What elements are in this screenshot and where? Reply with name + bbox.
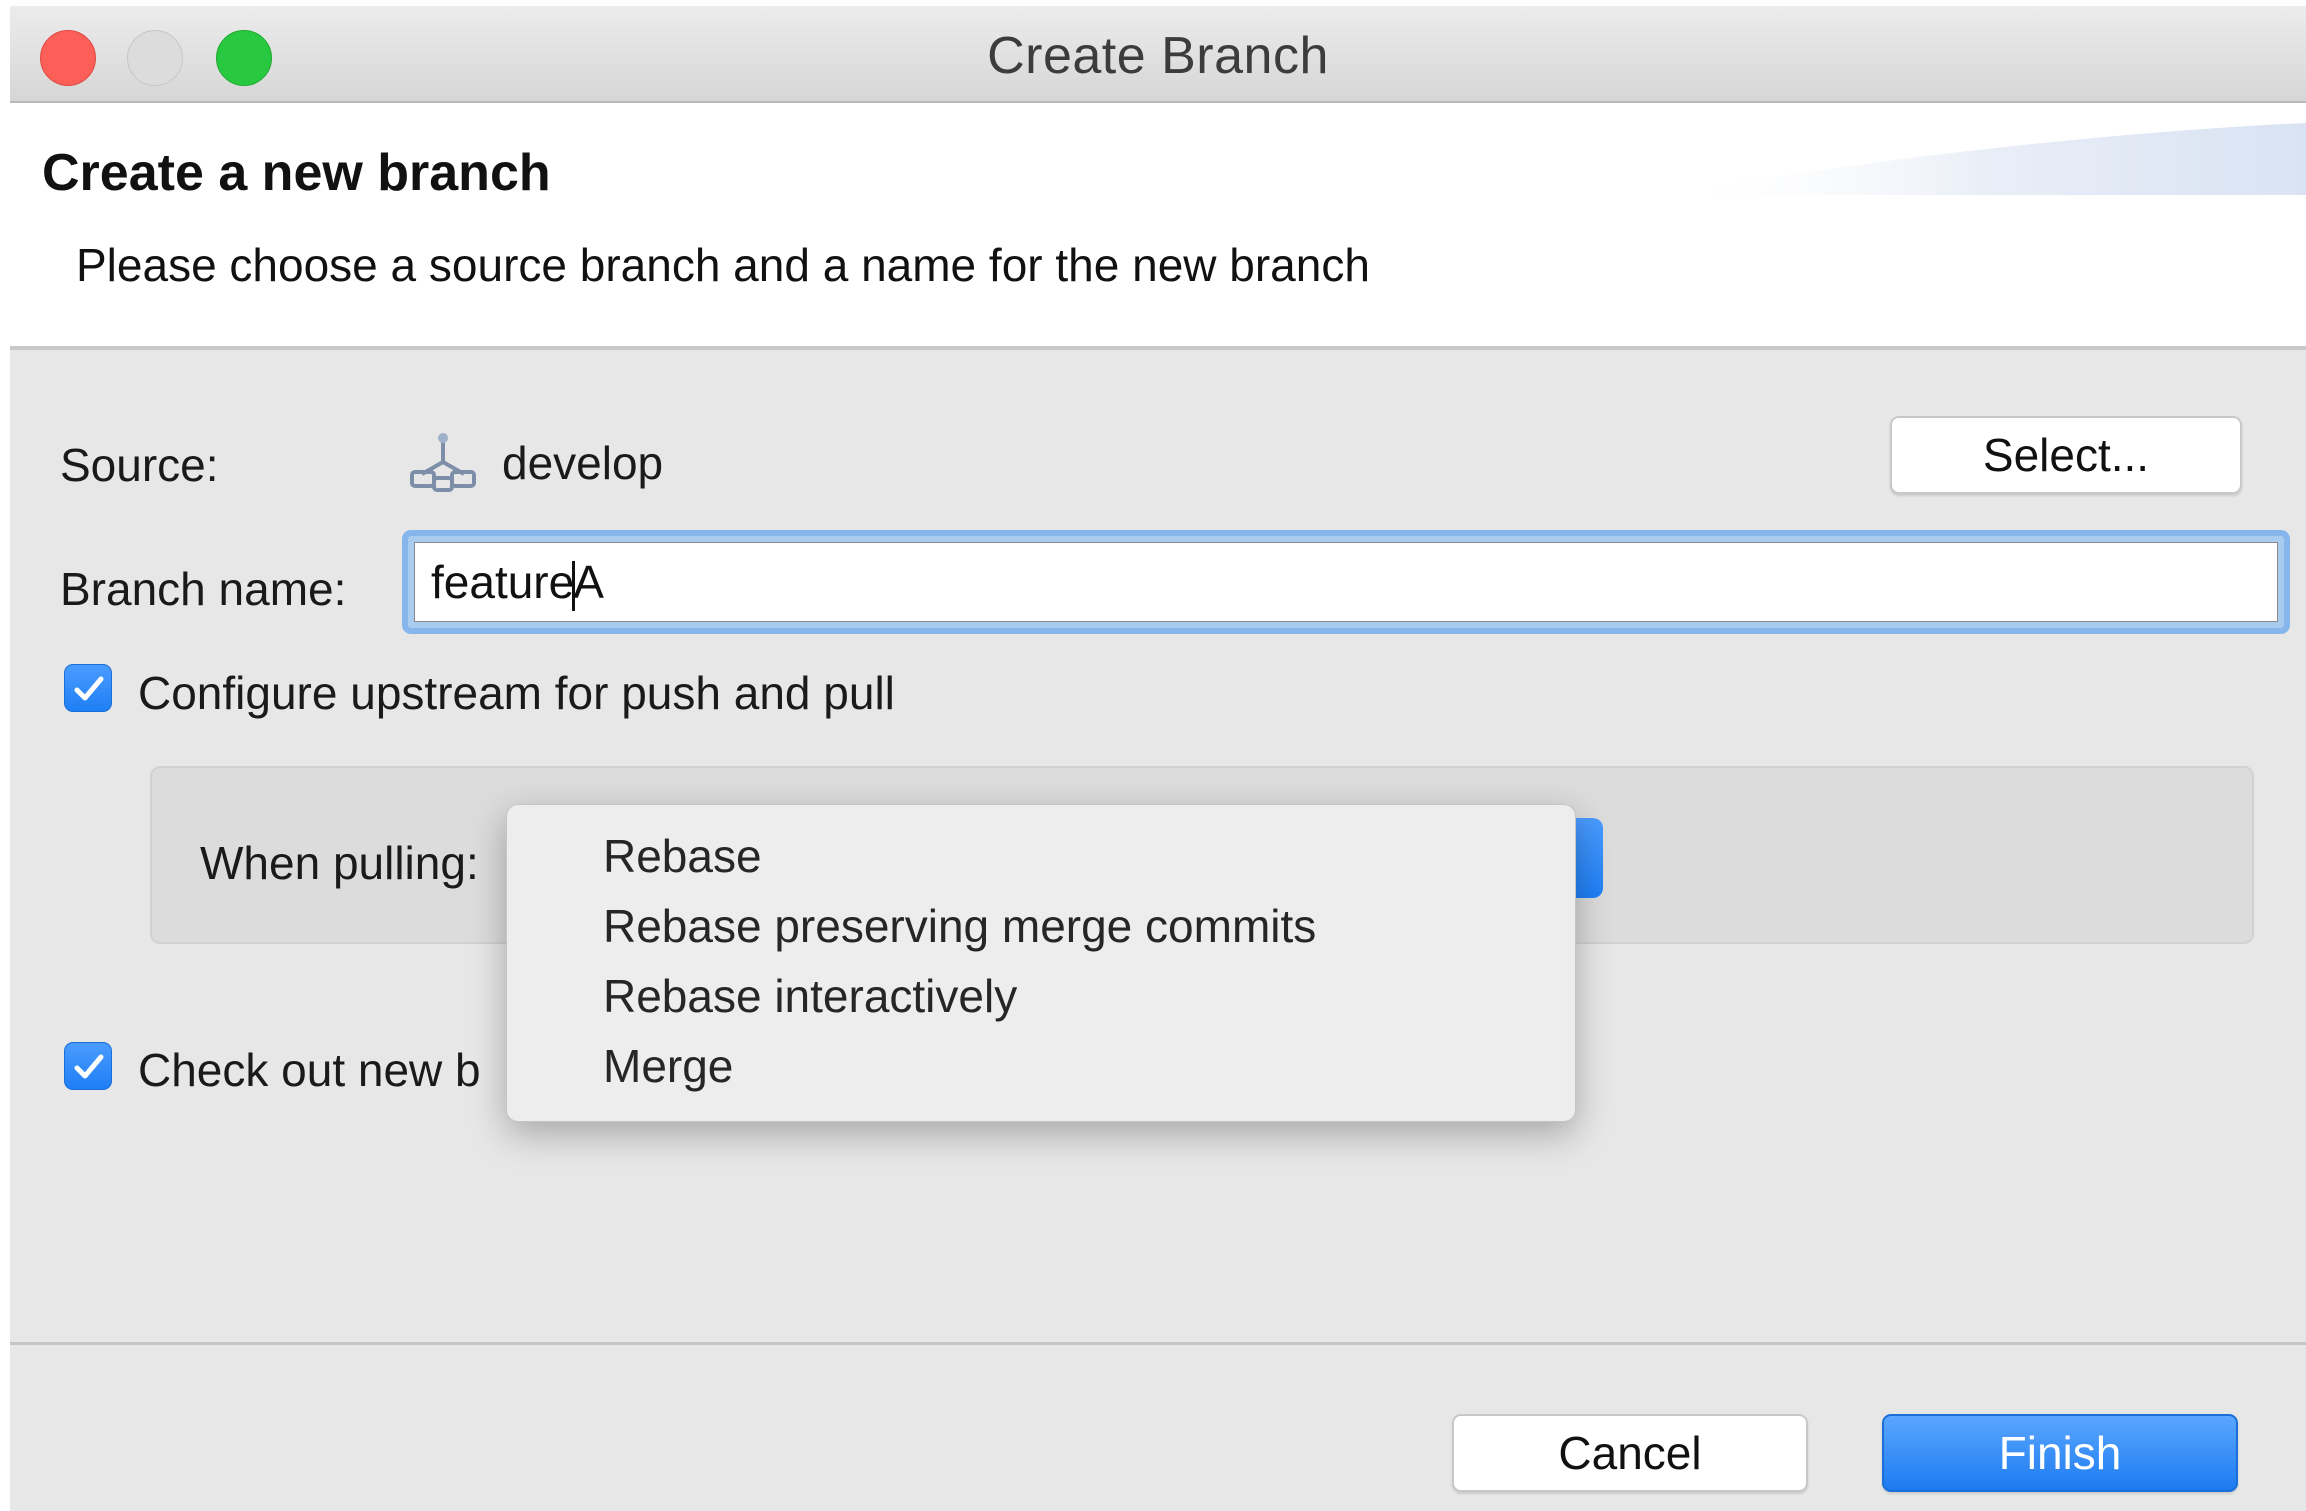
title-bar: Create Branch: [10, 6, 2306, 103]
footer-divider: [10, 1342, 2306, 1345]
configure-upstream-label: Configure upstream for push and pull: [138, 667, 895, 719]
checkout-branch-checkbox[interactable]: [64, 1042, 112, 1090]
configure-upstream-checkbox[interactable]: [64, 664, 112, 712]
finish-button[interactable]: Finish: [1882, 1414, 2238, 1492]
menu-item-rebase-preserve-merges[interactable]: Rebase preserving merge commits: [603, 899, 1316, 953]
screen: Create Branch Create a new branch Please…: [0, 0, 2306, 1511]
select-source-button[interactable]: Select...: [1890, 416, 2242, 494]
window-title: Create Branch: [987, 27, 1329, 85]
branch-name-input[interactable]: featureA: [414, 542, 2278, 622]
branch-icon: [410, 433, 476, 492]
header-banner-graphic: [1666, 123, 2306, 195]
page-subtitle: Please choose a source branch and a name…: [76, 239, 1370, 291]
source-label: Source:: [60, 439, 219, 491]
branch-name-label: Branch name:: [60, 563, 347, 615]
branch-name-focus-ring: featureA: [402, 530, 2290, 634]
menu-item-rebase-interactive[interactable]: Rebase interactively: [603, 969, 1017, 1023]
when-pulling-label: When pulling:: [200, 837, 479, 889]
branch-name-text-after-caret: A: [573, 556, 604, 608]
create-branch-dialog: Create Branch Create a new branch Please…: [10, 6, 2306, 1511]
checkout-branch-label: Check out new b: [138, 1044, 481, 1096]
pull-strategy-menu: Rebase Rebase preserving merge commits R…: [506, 804, 1576, 1122]
menu-item-rebase[interactable]: Rebase: [603, 829, 762, 883]
checkmark-icon: [74, 676, 104, 701]
menu-item-merge[interactable]: Merge: [603, 1039, 733, 1093]
dialog-header: Create a new branch Please choose a sour…: [10, 103, 2306, 350]
page-title: Create a new branch: [42, 144, 551, 202]
cancel-button[interactable]: Cancel: [1452, 1414, 1808, 1492]
checkmark-icon: [74, 1054, 104, 1079]
source-branch-value: develop: [502, 437, 664, 489]
branch-name-text-before-caret: feature: [431, 556, 575, 608]
